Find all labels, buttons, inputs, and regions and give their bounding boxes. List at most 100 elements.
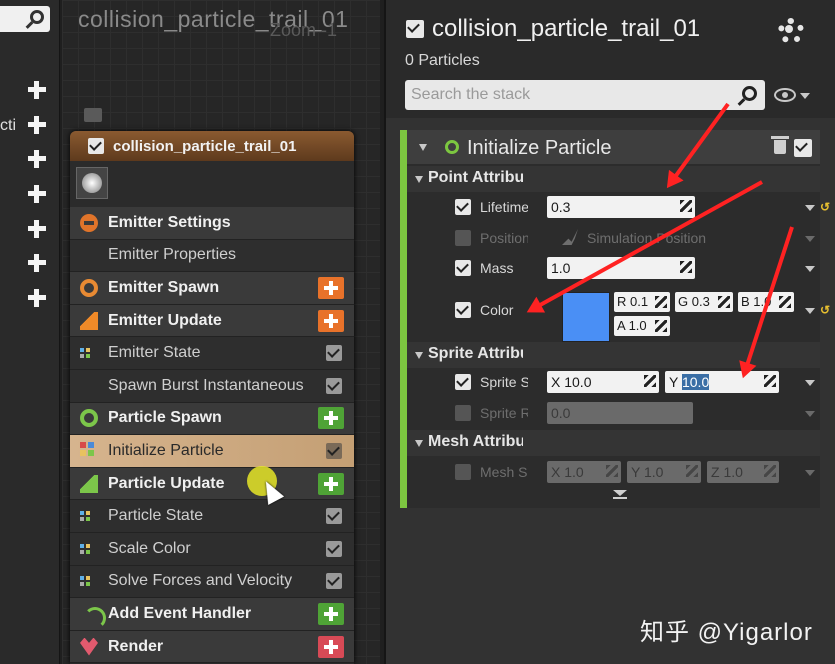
add-icon[interactable] <box>26 148 48 170</box>
chevron-down-icon[interactable] <box>805 236 815 242</box>
collapse-icon[interactable] <box>419 144 427 151</box>
section-sprite-attributes[interactable]: Sprite Attributes <box>407 342 820 368</box>
reset-icon[interactable]: ↺ <box>820 200 830 214</box>
module-enabled-checkbox[interactable] <box>326 442 342 459</box>
stack-group-render[interactable]: Render <box>70 630 354 664</box>
trash-icon[interactable] <box>771 136 789 154</box>
module-enabled-checkbox[interactable] <box>326 540 342 557</box>
stack-item-emitter-properties[interactable]: Emitter Properties <box>70 239 354 273</box>
mass-checkbox[interactable] <box>455 260 471 276</box>
stack-item-solve-forces[interactable]: Solve Forces and Velocity <box>70 565 354 599</box>
chevron-down-icon[interactable] <box>805 308 815 314</box>
chevron-down-icon[interactable] <box>805 470 815 476</box>
stack-search-input[interactable]: Search the stack <box>405 80 765 110</box>
drag-handle-icon[interactable] <box>644 375 656 387</box>
drag-handle-icon[interactable] <box>779 296 791 308</box>
lifetime-input[interactable]: 0.3 <box>547 196 695 218</box>
stack-group-emitter-settings[interactable]: Emitter Settings <box>70 207 354 240</box>
sprite-size-x-input[interactable]: X 10.0 <box>547 371 659 393</box>
sprite-size-y-input[interactable]: Y 10.0 <box>665 371 779 393</box>
add-module-button[interactable] <box>318 407 344 430</box>
color-checkbox[interactable] <box>455 302 471 318</box>
drag-handle-icon[interactable] <box>764 465 776 477</box>
comment-icon[interactable] <box>84 108 102 122</box>
add-icon[interactable] <box>26 287 48 309</box>
expand-more-icon[interactable] <box>613 490 627 500</box>
chevron-down-icon[interactable] <box>800 93 810 99</box>
chevron-down-icon[interactable] <box>805 205 815 211</box>
section-title: Point Attributes <box>428 169 523 186</box>
mesh-scale-x-input[interactable]: X 1.0 <box>547 461 621 483</box>
emitter-node-header[interactable]: collision_particle_trail_01 <box>70 131 354 161</box>
add-icon[interactable] <box>26 252 48 274</box>
emitter-thumbnail[interactable] <box>76 167 108 199</box>
add-module-button[interactable] <box>318 276 344 299</box>
module-icon <box>80 576 90 586</box>
add-icon[interactable] <box>26 218 48 240</box>
mesh-scale-z-input[interactable]: Z 1.0 <box>707 461 779 483</box>
emitter-enabled-checkbox[interactable] <box>406 20 424 38</box>
color-r-input[interactable]: R 0.1 <box>614 292 670 312</box>
emitter-stack-list: Emitter Settings Emitter Properties Emit… <box>70 207 354 664</box>
module-enabled-checkbox[interactable] <box>326 508 342 525</box>
gear-icon[interactable] <box>778 18 804 44</box>
drag-handle-icon[interactable] <box>606 465 618 477</box>
position-checkbox[interactable] <box>455 230 471 246</box>
drag-handle-icon[interactable] <box>655 320 667 332</box>
left-search-field[interactable] <box>0 6 50 32</box>
sprite-size-checkbox[interactable] <box>455 374 471 390</box>
add-icon[interactable] <box>26 114 48 136</box>
stack-group-emitter-update[interactable]: Emitter Update <box>70 304 354 338</box>
chevron-down-icon[interactable] <box>805 380 815 386</box>
module-enabled-checkbox[interactable] <box>326 573 342 590</box>
reset-icon[interactable]: ↺ <box>820 303 830 317</box>
collapse-icon[interactable] <box>415 176 423 183</box>
color-g-input[interactable]: G 0.3 <box>675 292 733 312</box>
drag-handle-icon[interactable] <box>718 296 730 308</box>
section-point-attributes[interactable]: Point Attributes <box>407 166 820 192</box>
sprite-rotation-checkbox[interactable] <box>455 405 471 421</box>
module-enabled-checkbox[interactable] <box>326 345 342 362</box>
add-module-button[interactable] <box>318 602 344 625</box>
collapse-icon[interactable] <box>415 352 423 359</box>
stack-group-emitter-spawn[interactable]: Emitter Spawn <box>70 272 354 305</box>
add-module-button[interactable] <box>318 472 344 495</box>
search-icon[interactable] <box>742 86 757 101</box>
module-header[interactable]: Initialize Particle <box>407 130 820 164</box>
chevron-down-icon[interactable] <box>805 266 815 272</box>
stack-item-scale-color[interactable]: Scale Color <box>70 532 354 566</box>
emitter-settings-icon <box>80 213 98 232</box>
stack-item-initialize-particle[interactable]: Initialize Particle <box>70 435 354 468</box>
color-swatch[interactable] <box>562 292 610 342</box>
stack-item-particle-state[interactable]: Particle State <box>70 500 354 533</box>
add-module-button[interactable] <box>318 635 344 658</box>
section-mesh-attributes[interactable]: Mesh Attributes <box>407 430 820 456</box>
drag-handle-icon[interactable] <box>764 375 776 387</box>
mesh-scale-y-input[interactable]: Y 1.0 <box>627 461 701 483</box>
chevron-down-icon[interactable] <box>805 411 815 417</box>
drag-handle-icon[interactable] <box>686 465 698 477</box>
module-enabled-checkbox[interactable] <box>326 377 342 394</box>
emitter-enabled-checkbox[interactable] <box>88 138 104 154</box>
drag-handle-icon[interactable] <box>680 200 692 212</box>
add-icon[interactable] <box>26 183 48 205</box>
stack-item-spawn-burst[interactable]: Spawn Burst Instantaneous <box>70 369 354 403</box>
stack-item-emitter-state[interactable]: Emitter State <box>70 337 354 370</box>
lifetime-checkbox[interactable] <box>455 199 471 215</box>
collapse-icon[interactable] <box>415 440 423 447</box>
prop-label: Position <box>480 230 528 246</box>
sprite-rotation-input[interactable]: 0.0 <box>547 402 693 424</box>
emitter-node[interactable]: collision_particle_trail_01 Emitter Sett… <box>70 131 354 664</box>
search-icon[interactable] <box>30 10 44 24</box>
stack-group-particle-update[interactable]: Particle Update <box>70 467 354 501</box>
color-a-input[interactable]: A 1.0 <box>614 316 670 336</box>
module-enabled-checkbox[interactable] <box>794 139 812 157</box>
drag-handle-icon[interactable] <box>655 296 667 308</box>
add-icon[interactable] <box>26 79 48 101</box>
stack-group-particle-spawn[interactable]: Particle Spawn <box>70 402 354 436</box>
add-module-button[interactable] <box>318 309 344 332</box>
mesh-scale-checkbox[interactable] <box>455 464 471 480</box>
stack-group-add-event-handler[interactable]: Add Event Handler <box>70 598 354 631</box>
drag-handle-icon[interactable] <box>680 261 692 273</box>
eye-icon[interactable] <box>774 88 796 102</box>
